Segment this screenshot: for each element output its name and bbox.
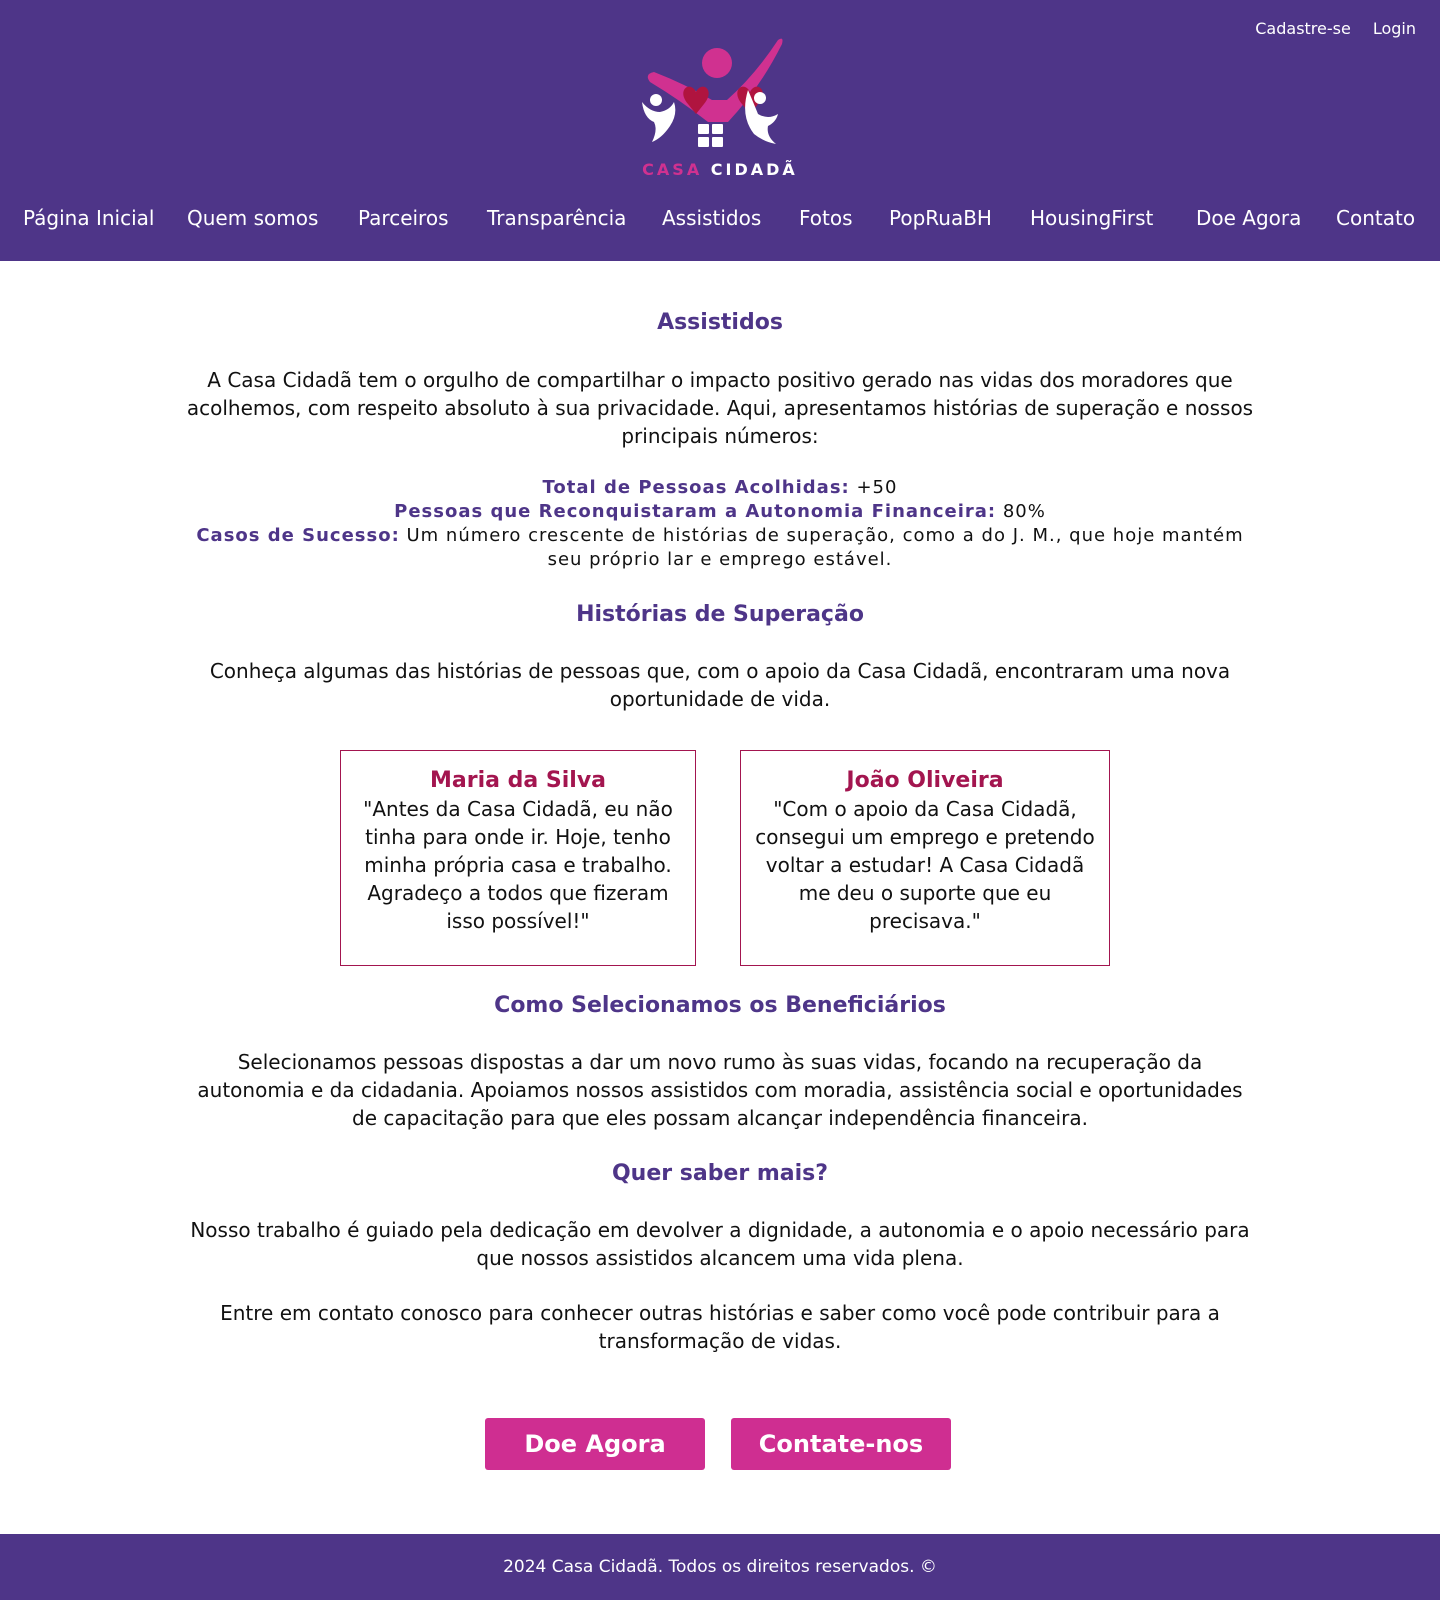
selection-title: Como Selecionamos os Beneficiários: [494, 993, 946, 1018]
more-paragraph-2: Entre em contato conosco para conhecer o…: [220, 1301, 1220, 1353]
selection-paragraph: Selecionamos pessoas dispostas a dar um …: [197, 1050, 1243, 1130]
nav-item-assisted[interactable]: Assistidos: [662, 206, 761, 230]
nav-item-contact[interactable]: Contato: [1336, 206, 1415, 230]
stat-autonomy-value: 80%: [996, 501, 1046, 522]
story-name: João Oliveira: [846, 768, 1004, 793]
site-footer: 2024 Casa Cidadã. Todos os direitos rese…: [0, 1534, 1440, 1600]
stat-total: Total de Pessoas Acolhidas: +50: [190, 476, 1250, 500]
site-header: Cadastre-se Login CASA CIDADÃ Página Ini…: [0, 0, 1440, 261]
nav-item-poprua[interactable]: PopRuaBH: [889, 206, 992, 230]
cta-buttons: Doe Agora Contate-nos: [0, 1418, 1440, 1470]
nav-item-transparency[interactable]: Transparência: [487, 206, 626, 230]
more-paragraph-1: Nosso trabalho é guiado pela dedicação e…: [190, 1218, 1250, 1270]
logo-people-house-icon: [642, 38, 783, 147]
story-name: Maria da Silva: [430, 768, 606, 793]
nav-item-photos[interactable]: Fotos: [799, 206, 853, 230]
stories-cards: Maria da Silva "Antes da Casa Cidadã, eu…: [0, 750, 1440, 966]
story-quote: "Antes da Casa Cidadã, eu não tinha para…: [363, 797, 673, 933]
stat-autonomy-label: Pessoas que Reconquistaram a Autonomia F…: [394, 501, 997, 522]
intro-paragraph: A Casa Cidadã tem o orgulho de compartil…: [186, 368, 1254, 448]
nav-item-donate[interactable]: Doe Agora: [1196, 206, 1301, 230]
nav-item-home[interactable]: Página Inicial: [23, 206, 154, 230]
casa-cidada-logo[interactable]: CASA CIDADÃ: [630, 30, 810, 182]
contact-button[interactable]: Contate-nos: [731, 1418, 951, 1470]
main-content: Assistidos A Casa Cidadã tem o orgulho d…: [0, 261, 1440, 1470]
nav-item-partners[interactable]: Parceiros: [358, 206, 449, 230]
page-title: Assistidos: [657, 310, 783, 335]
donate-button[interactable]: Doe Agora: [485, 1418, 705, 1470]
copyright-text: 2024 Casa Cidadã. Todos os direitos rese…: [503, 1557, 937, 1577]
stat-success-value: Um número crescente de histórias de supe…: [399, 525, 1244, 570]
stories-title: Histórias de Superação: [576, 602, 864, 627]
logo-word-cidada: CIDADÃ: [710, 160, 798, 179]
stats-block: Total de Pessoas Acolhidas: +50 Pessoas …: [190, 476, 1250, 572]
stat-autonomy: Pessoas que Reconquistaram a Autonomia F…: [190, 500, 1250, 524]
stat-success: Casos de Sucesso: Um número crescente de…: [190, 524, 1250, 572]
login-link[interactable]: Login: [1373, 19, 1416, 38]
stat-success-label: Casos de Sucesso:: [196, 525, 400, 546]
nav-item-about[interactable]: Quem somos: [187, 206, 318, 230]
story-quote: "Com o apoio da Casa Cidadã, consegui um…: [755, 797, 1095, 933]
story-card: Maria da Silva "Antes da Casa Cidadã, eu…: [340, 750, 696, 966]
stories-intro: Conheça algumas das histórias de pessoas…: [209, 659, 1231, 711]
auth-links: Cadastre-se Login: [1255, 19, 1416, 38]
more-title: Quer saber mais?: [611, 1161, 829, 1186]
stat-total-value: +50: [849, 477, 898, 498]
stat-total-label: Total de Pessoas Acolhidas:: [542, 477, 850, 498]
nav-item-housingfirst[interactable]: HousingFirst: [1030, 206, 1153, 230]
story-card: João Oliveira "Com o apoio da Casa Cidad…: [740, 750, 1110, 966]
signup-link[interactable]: Cadastre-se: [1255, 19, 1351, 38]
logo-word-casa: CASA: [642, 160, 703, 179]
logo-wordmark: CASA CIDADÃ: [630, 160, 810, 179]
